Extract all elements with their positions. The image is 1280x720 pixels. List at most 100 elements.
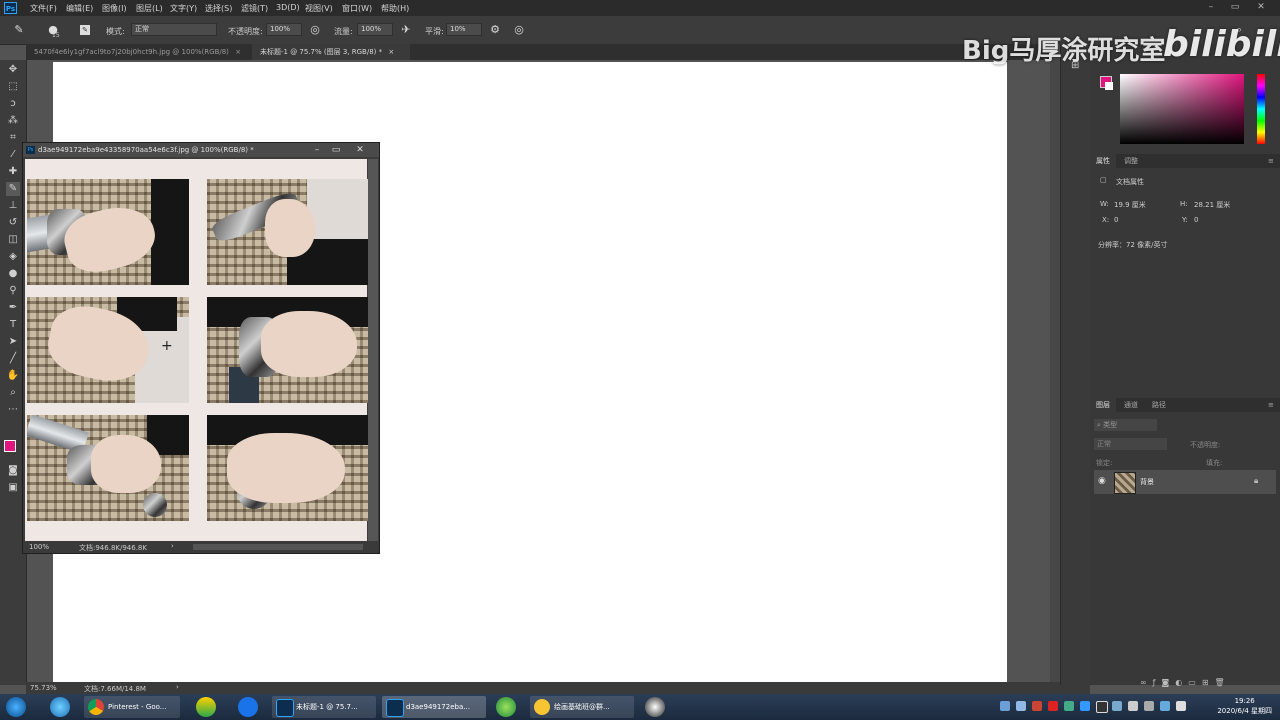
healing-tool-icon[interactable]: ✚ [6, 165, 20, 179]
tray-check-icon[interactable] [1048, 701, 1058, 711]
media-player-icon[interactable] [196, 697, 216, 717]
path-select-icon[interactable]: ➤ [6, 335, 20, 349]
tray-keyboard-icon[interactable] [1144, 701, 1154, 711]
layer-filter-select[interactable]: ⌕ 类型 [1094, 419, 1157, 431]
pen-tool-icon[interactable]: ✒ [6, 301, 20, 315]
quick-mask-icon[interactable]: ◙ [6, 464, 20, 478]
color-picker-field[interactable] [1120, 74, 1244, 144]
brush-tool-icon[interactable]: ✎ [12, 23, 26, 37]
screen-mode-icon[interactable]: ▣ [6, 481, 20, 495]
window-zoom[interactable]: 100% [29, 543, 49, 551]
maximize-icon[interactable]: ▭ [1228, 2, 1242, 12]
more-tools-icon[interactable]: ⋯ [6, 403, 20, 417]
panel-menu-icon[interactable]: ≡ [1262, 398, 1280, 412]
chevron-right-icon[interactable]: › [171, 542, 174, 550]
tray-network-icon[interactable] [1000, 701, 1010, 711]
paint-bucket-icon[interactable]: ◈ [6, 250, 20, 264]
minimize-icon[interactable]: – [310, 144, 324, 156]
system-clock[interactable]: 19:26 2020/6/4 星期四 [1217, 696, 1272, 716]
quick-select-tool-icon[interactable]: ⁂ [6, 114, 20, 128]
trash-icon[interactable]: 🗑︎ [1215, 678, 1231, 687]
menu-image[interactable]: 图像(I) [102, 3, 127, 14]
airbrush-icon[interactable]: ✈ [399, 23, 413, 37]
folder-icon[interactable]: ▭ [1188, 678, 1202, 687]
tab-paths[interactable]: 路径 [1146, 398, 1172, 412]
tab-channels[interactable]: 通道 [1118, 398, 1144, 412]
tray-network2-icon[interactable] [1112, 701, 1122, 711]
wechat-icon[interactable] [496, 697, 516, 717]
pressure-opacity-icon[interactable]: ◎ [308, 23, 322, 37]
marquee-tool-icon[interactable]: ⬚ [6, 80, 20, 94]
tab-layers[interactable]: 图层 [1090, 398, 1116, 412]
window-horizontal-scrollbar[interactable] [193, 544, 363, 550]
taskbar-qq-group[interactable]: 绘画基础班@群... [530, 696, 634, 718]
panel-background-swatch[interactable] [1105, 82, 1113, 90]
layer-row-background[interactable]: ◉ 背景 🔒︎ [1094, 470, 1276, 494]
chevron-right-icon[interactable]: › [176, 683, 179, 691]
tray-speaker-icon[interactable] [1128, 701, 1138, 711]
gear-icon[interactable]: ⚙ [488, 23, 502, 37]
qq-penguin-icon[interactable] [645, 697, 665, 717]
hue-slider[interactable] [1257, 74, 1265, 144]
fx-icon[interactable]: ƒ [1153, 678, 1162, 687]
x-value[interactable]: 0 [1114, 216, 1118, 224]
menu-filter[interactable]: 滤镜(T) [241, 3, 268, 14]
width-value[interactable]: 19.9 厘米 [1114, 200, 1146, 210]
taskbar-photoshop-2[interactable]: d3ae949172eba... [382, 696, 486, 718]
menu-edit[interactable]: 编辑(E) [66, 3, 93, 14]
brush-panel-icon[interactable]: ✎ [80, 25, 90, 35]
hand-tool-icon[interactable]: ✋ [6, 369, 20, 383]
close-icon[interactable]: ✕ [1254, 2, 1268, 12]
tab-document-1[interactable]: 5470f4e6ly1gf7acl9to7j20bj0hct9h.jpg @ 1… [26, 44, 258, 60]
tab-close-icon[interactable]: × [388, 48, 394, 56]
foreground-color-swatch[interactable] [4, 440, 16, 452]
tray-bluetooth-icon[interactable] [1080, 701, 1090, 711]
canvas-vertical-scrollbar[interactable] [1050, 44, 1060, 685]
pressure-size-icon[interactable]: ◎ [512, 23, 526, 37]
tab-document-2[interactable]: 未标题-1 @ 75.7% (图层 3, RGB/8) * × [252, 44, 410, 60]
mask-icon[interactable]: ◙ [1162, 678, 1176, 687]
line-tool-icon[interactable]: ╱ [6, 352, 20, 366]
type-tool-icon[interactable]: T [6, 318, 20, 332]
zoom-level[interactable]: 75.73% [30, 684, 57, 692]
lasso-tool-icon[interactable]: ↄ [6, 97, 20, 111]
menu-view[interactable]: 视图(V) [305, 3, 333, 14]
crop-tool-icon[interactable]: ⌗ [6, 131, 20, 145]
smoothing-input[interactable]: 10% [446, 23, 482, 36]
menu-help[interactable]: 帮助(H) [381, 3, 409, 14]
menu-file[interactable]: 文件(F) [30, 3, 57, 14]
reference-image[interactable]: + [25, 159, 369, 541]
sogou-icon[interactable] [238, 697, 258, 717]
menu-3d[interactable]: 3D(D) [276, 3, 300, 12]
adjustment-icon[interactable]: ◐ [1175, 678, 1188, 687]
link-icon[interactable]: ∞ [1140, 678, 1153, 687]
window-titlebar[interactable]: Ps d3ae949172eba9e43358970aa54e6c3f.jpg … [23, 143, 379, 157]
new-layer-icon[interactable]: ⊞ [1202, 678, 1215, 687]
blur-tool-icon[interactable]: ● [6, 267, 20, 281]
tray-display-icon[interactable] [1160, 701, 1170, 711]
eye-visibility-icon[interactable]: ◉ [1098, 476, 1106, 486]
minimize-icon[interactable]: – [1204, 2, 1218, 12]
tray-sync-icon[interactable] [1064, 701, 1074, 711]
y-value[interactable]: 0 [1194, 216, 1198, 224]
tray-antivirus-icon[interactable] [1032, 701, 1042, 711]
close-icon[interactable]: ✕ [353, 144, 367, 156]
zoom-tool-icon[interactable]: ⌕ [6, 386, 20, 400]
eyedropper-tool-icon[interactable]: ⁄ [6, 148, 20, 162]
maximize-icon[interactable]: ▭ [329, 144, 343, 156]
tray-qq-icon[interactable] [1096, 701, 1108, 713]
taskbar-photoshop-1[interactable]: 未标题-1 @ 75.7... [272, 696, 376, 718]
window-vertical-scrollbar[interactable] [368, 159, 378, 541]
tab-adjustments[interactable]: 调整 [1118, 154, 1144, 168]
dodge-tool-icon[interactable]: ⚲ [6, 284, 20, 298]
tab-properties[interactable]: 属性 [1090, 154, 1116, 168]
eraser-tool-icon[interactable]: ◫ [6, 233, 20, 247]
tray-app-icon[interactable] [1016, 701, 1026, 711]
menu-layer[interactable]: 图层(L) [136, 3, 163, 14]
opacity-input[interactable]: 100% [266, 23, 302, 36]
height-value[interactable]: 28.21 厘米 [1194, 200, 1230, 210]
menu-type[interactable]: 文字(Y) [170, 3, 197, 14]
stamp-tool-icon[interactable]: ⊥ [6, 199, 20, 213]
menu-select[interactable]: 选择(S) [205, 3, 232, 14]
mode-select[interactable]: 正常 [131, 23, 217, 36]
